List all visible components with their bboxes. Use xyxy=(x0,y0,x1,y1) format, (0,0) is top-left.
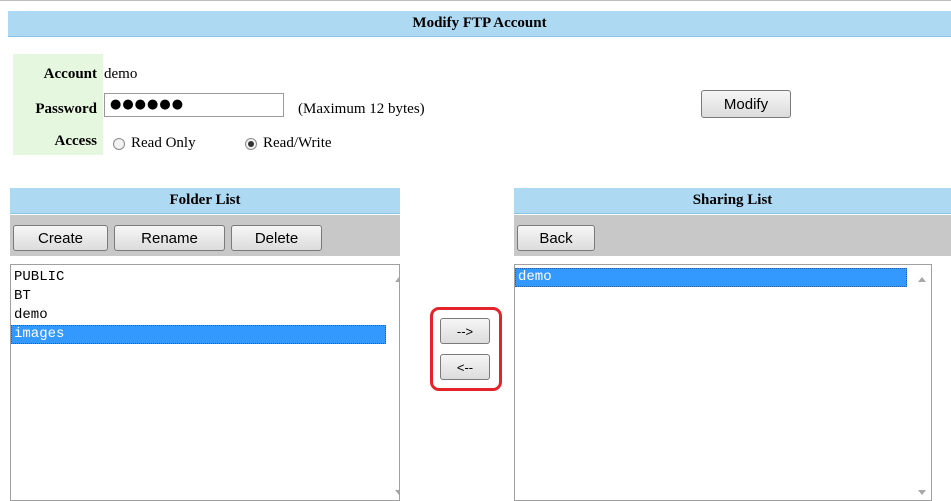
create-button[interactable]: Create xyxy=(13,225,108,251)
folder-toolbar: Create Rename Delete xyxy=(10,215,400,256)
scroll-down-arrow-icon[interactable] xyxy=(395,490,399,495)
password-field[interactable]: ●●●●●● xyxy=(104,93,284,117)
modify-button[interactable]: Modify xyxy=(701,90,791,118)
scroll-up-arrow-icon[interactable] xyxy=(395,277,399,282)
back-button[interactable]: Back xyxy=(517,225,595,251)
sharing-toolbar: Back xyxy=(514,215,951,256)
account-value: demo xyxy=(104,66,138,82)
folder-list-title: Folder List xyxy=(10,188,400,214)
page-title: Modify FTP Account xyxy=(8,11,951,37)
read-write-radio[interactable] xyxy=(245,138,257,150)
delete-button[interactable]: Delete xyxy=(231,225,322,251)
access-label: Access xyxy=(54,133,97,149)
sharing-listbox[interactable]: demo xyxy=(514,264,932,501)
account-label: Account xyxy=(43,66,97,82)
read-only-radio[interactable] xyxy=(113,138,125,150)
sharing-item-demo[interactable]: demo xyxy=(515,268,907,287)
folder-item-demo[interactable]: demo xyxy=(11,306,386,325)
read-only-label[interactable]: Read Only xyxy=(131,135,196,152)
folder-listbox[interactable]: PUBLIC BT demo images xyxy=(10,264,400,501)
folder-item-bt[interactable]: BT xyxy=(11,287,386,306)
folder-item-images[interactable]: images xyxy=(11,325,386,344)
sharing-list-title: Sharing List xyxy=(514,188,951,214)
annotation-highlight xyxy=(430,307,502,391)
read-write-label[interactable]: Read/Write xyxy=(263,135,332,152)
scroll-down-arrow-icon[interactable] xyxy=(918,490,926,495)
rename-button[interactable]: Rename xyxy=(114,225,225,251)
password-hint: (Maximum 12 bytes) xyxy=(298,101,425,117)
folder-item-public[interactable]: PUBLIC xyxy=(11,268,386,287)
scroll-up-arrow-icon[interactable] xyxy=(918,277,926,282)
password-label: Password xyxy=(35,101,97,117)
top-divider xyxy=(0,0,951,1)
